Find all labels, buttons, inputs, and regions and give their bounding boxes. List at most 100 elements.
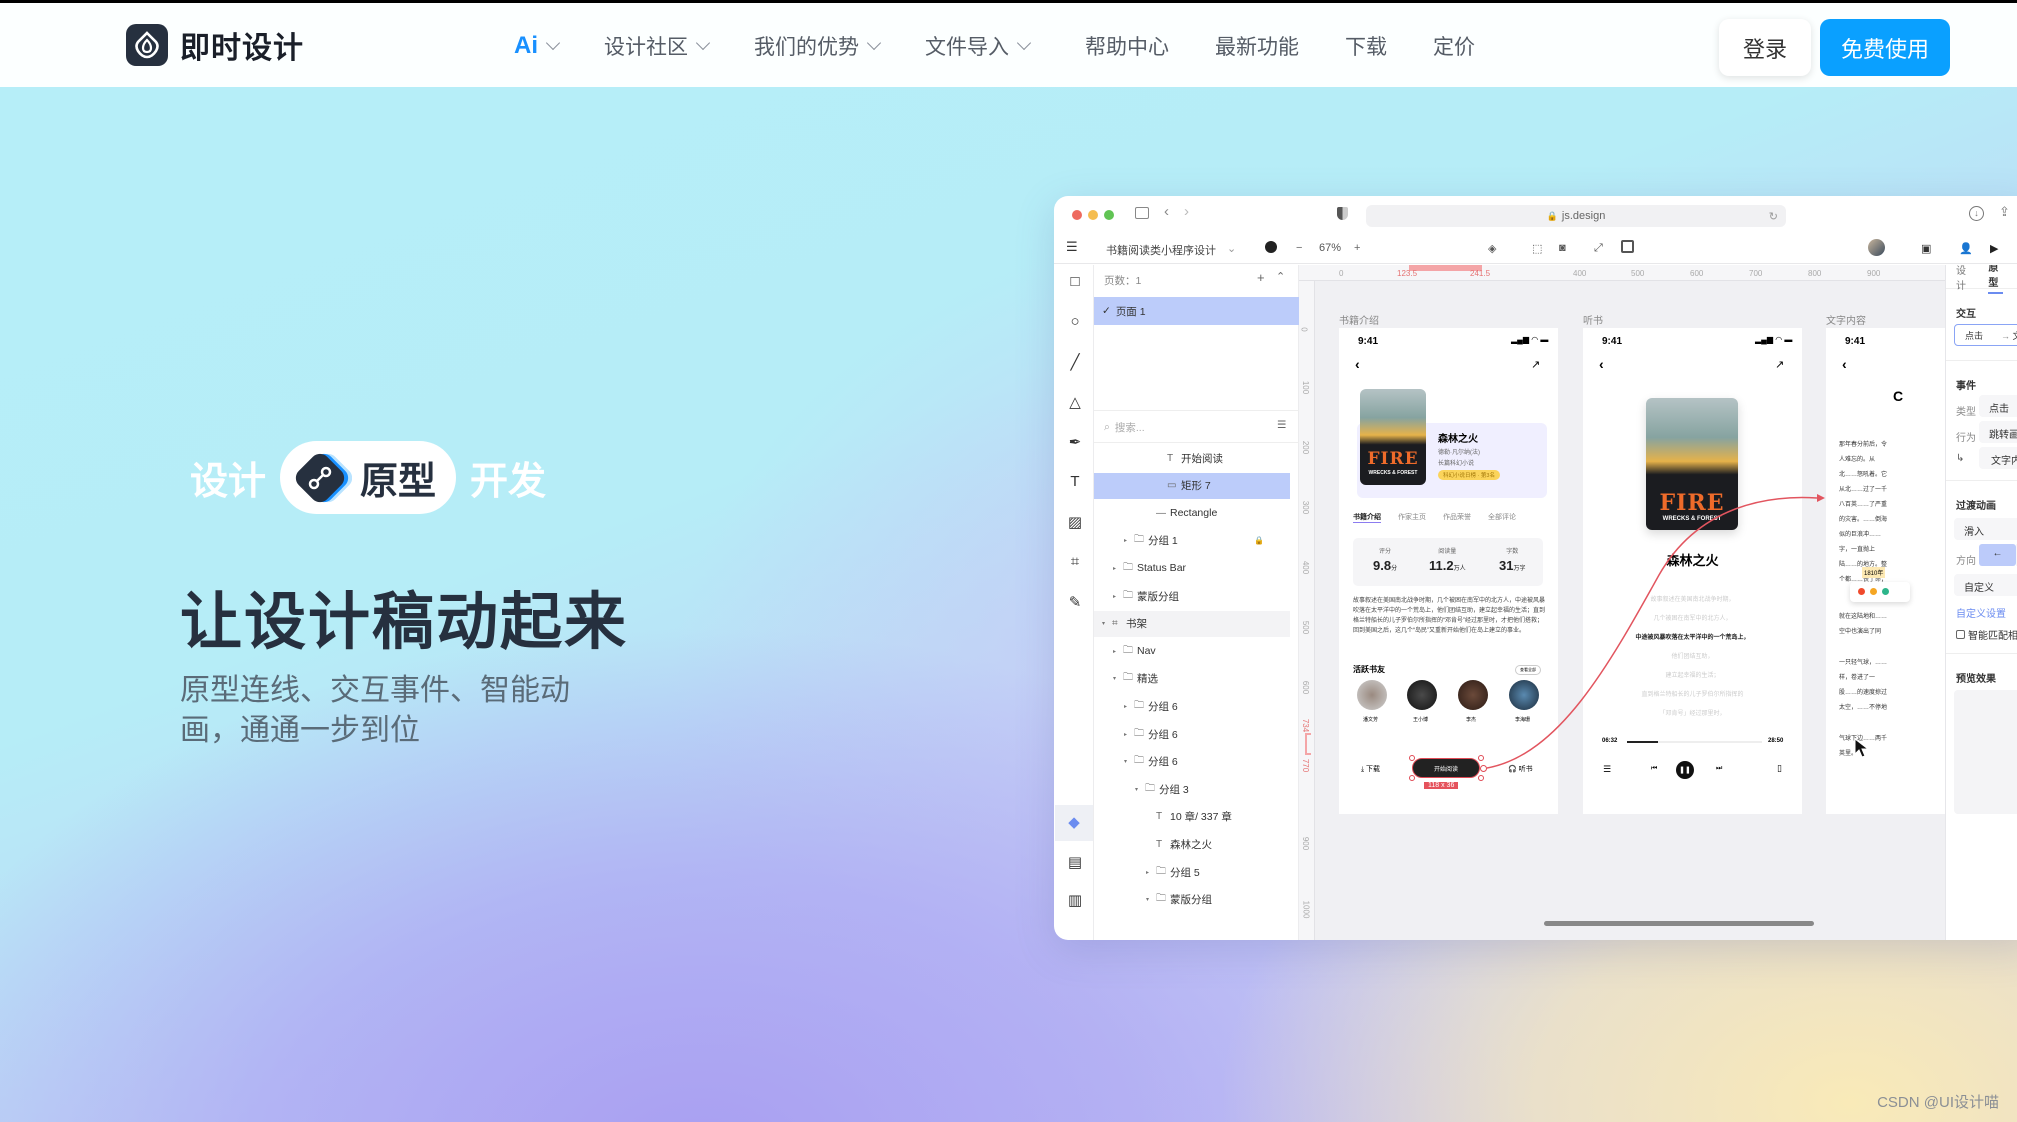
free-trial-button[interactable]: 免费使用 — [1820, 19, 1950, 76]
horizontal-scrollbar[interactable] — [1544, 921, 1814, 926]
design-canvas[interactable]: 0 123.5 241.5 400 500 600 700 800 900 0 … — [1299, 265, 1945, 940]
layer-item[interactable]: ▾ 🗀 蒙版分组 — [1094, 887, 1290, 913]
caret-down-icon[interactable]: ▾ — [1146, 896, 1156, 903]
address-bar[interactable]: 🔒 js.design ↻ — [1366, 205, 1786, 227]
file-name[interactable]: 书籍阅读类小程序设计 — [1106, 242, 1216, 258]
transition-title: 过渡动画 — [1956, 501, 1996, 512]
interaction-item[interactable]: 点击 → 文字内容 — [1954, 324, 2017, 346]
user-avatar[interactable] — [1868, 239, 1885, 256]
caret-right-icon[interactable]: ▸ — [1113, 648, 1123, 655]
direction-left-button[interactable]: ← — [1979, 544, 2016, 566]
tab-design[interactable]: 设计 — [1956, 265, 1970, 292]
caret-right-icon[interactable]: ▸ — [1124, 537, 1134, 544]
caret-down-icon[interactable]: ▾ — [1135, 786, 1145, 793]
layer-item[interactable]: ▭ 矩形 7 — [1094, 472, 1290, 499]
library-icon[interactable]: ▥ — [1066, 891, 1084, 909]
event-type-select[interactable]: 点击 — [1979, 395, 2017, 417]
return-arrow-icon: ↳ — [1956, 453, 1965, 464]
tag-develop[interactable]: 开发 — [470, 450, 546, 505]
menu-item-help[interactable]: 帮助中心 — [1085, 31, 1169, 61]
layer-item[interactable]: ▸ 🗀 分组 5 — [1094, 859, 1290, 885]
device-frame-icon[interactable] — [1621, 240, 1634, 253]
line-tool-icon[interactable]: ╱ — [1066, 353, 1084, 371]
caret-down-icon[interactable]: ▾ — [1124, 758, 1134, 765]
menu-item-whats-new[interactable]: 最新功能 — [1215, 31, 1299, 61]
assets-icon[interactable]: ▤ — [1066, 853, 1084, 871]
page-item-selected[interactable]: ✓ 页面 1 — [1094, 297, 1299, 325]
destination-select[interactable]: 文字内容 — [1979, 447, 2017, 469]
menu-item-download[interactable]: 下载 — [1345, 31, 1387, 61]
layer-item[interactable]: ▸ 🗀 Status Bar — [1094, 555, 1290, 581]
folder-icon: 🗀 — [1145, 782, 1155, 794]
layer-item[interactable]: ▸ 🗀 蒙版分组 — [1094, 583, 1290, 609]
add-page-icon[interactable]: + — [1257, 270, 1265, 285]
checkbox-icon[interactable] — [1956, 630, 1965, 639]
tag-prototype-pill[interactable]: 原型 — [280, 441, 457, 514]
tab-prototype[interactable]: 原型 — [1988, 265, 2003, 294]
layer-item[interactable]: ▸ 🗀 分组 1 🔒 — [1094, 528, 1290, 554]
text-tool-icon[interactable]: T — [1066, 473, 1084, 490]
resize-icon[interactable]: ⤢ — [1594, 242, 1603, 255]
layer-item[interactable]: T 森林之火 — [1094, 831, 1290, 857]
collapse-icon[interactable]: ⌃ — [1276, 270, 1285, 283]
menu-icon[interactable]: ☰ — [1066, 239, 1078, 255]
caret-down-icon[interactable]: ▾ — [1113, 675, 1123, 682]
zoom-level[interactable]: 67% — [1319, 242, 1341, 254]
menu-item-community[interactable]: 设计社区 — [604, 31, 711, 61]
image-tool-icon[interactable]: ▨ — [1066, 513, 1084, 531]
rectangle-layer-icon: ▭ — [1167, 480, 1177, 492]
layers-icon[interactable]: ◆ — [1055, 805, 1093, 841]
mask-icon[interactable]: ◙ — [1559, 242, 1566, 254]
layer-item[interactable]: ▾ 🗀 分组 6 — [1094, 749, 1290, 775]
frame-tool-icon[interactable]: ⌗ — [1066, 553, 1084, 570]
layer-item[interactable]: ▸ 🗀 Nav — [1094, 638, 1290, 664]
brand-logo[interactable]: 即时设计 — [126, 23, 304, 67]
layer-item[interactable]: ▸ 🗀 分组 6 — [1094, 693, 1290, 719]
share-user-icon[interactable]: 👤 — [1959, 242, 1973, 255]
transition-select[interactable]: 滑入 — [1954, 518, 2017, 540]
prototype-connection-line[interactable] — [1299, 265, 1945, 940]
menu-item-advantages[interactable]: 我们的优势 — [754, 31, 882, 61]
menu-item-pricing[interactable]: 定价 — [1433, 31, 1475, 61]
layer-item[interactable]: ▾ ⌗ 书架 — [1094, 610, 1290, 637]
plugin-icon[interactable]: ▣ — [1921, 242, 1931, 255]
layer-item[interactable]: ▾ 🗀 精选 — [1094, 666, 1290, 692]
layer-item[interactable]: T 10 章/ 337 章 — [1094, 804, 1290, 830]
layer-item[interactable]: T 开始阅读 — [1094, 445, 1290, 471]
caret-down-icon[interactable]: ▾ — [1102, 620, 1112, 627]
layer-item[interactable]: ▾ 🗀 分组 3 — [1094, 776, 1290, 802]
custom-settings-link[interactable]: 自定义设置 — [1956, 605, 2006, 620]
caret-right-icon[interactable]: ▸ — [1113, 565, 1123, 572]
menu-item-import[interactable]: 文件导入 — [925, 31, 1032, 61]
play-icon[interactable]: ▶ — [1990, 242, 1998, 255]
layer-name: 分组 3 — [1159, 783, 1189, 796]
pencil-tool-icon[interactable]: ✎ — [1066, 593, 1084, 611]
layer-item[interactable]: ▸ 🗀 分组 6 — [1094, 721, 1290, 747]
pen-tool-icon[interactable]: ✒ — [1066, 433, 1084, 451]
landing-page: 即时设计 Ai 设计社区 我们的优势 文件导入 帮助中心 最新功能 下载 定价 … — [0, 3, 2017, 1122]
zoom-out-icon[interactable]: − — [1296, 242, 1302, 254]
rectangle-tool-icon[interactable]: □ — [1066, 273, 1084, 290]
zoom-in-icon[interactable]: + — [1354, 242, 1360, 254]
layer-item[interactable]: — Rectangle — [1094, 500, 1290, 526]
caret-right-icon[interactable]: ▸ — [1124, 731, 1134, 738]
caret-right-icon[interactable]: ▸ — [1146, 869, 1156, 876]
event-action-select[interactable]: 跳转画板 — [1979, 421, 2017, 443]
menu-item-ai[interactable]: Ai — [514, 32, 561, 60]
login-button[interactable]: 登录 — [1719, 19, 1811, 76]
smart-match-checkbox[interactable]: 智能匹配相同名称图层 — [1956, 627, 2017, 642]
layer-search[interactable]: ⌕ 搜索... — [1104, 420, 1145, 435]
caret-right-icon[interactable]: ▸ — [1124, 703, 1134, 710]
easing-select[interactable]: 自定义⌄ — [1954, 574, 2017, 596]
frame-select-icon[interactable]: ⬚ — [1532, 242, 1542, 255]
ellipse-tool-icon[interactable]: ○ — [1066, 313, 1084, 330]
tag-design[interactable]: 设计 — [190, 450, 266, 505]
layer-name: 书架 — [1126, 618, 1147, 631]
filter-icon[interactable]: ☰ — [1277, 419, 1286, 431]
component-icon[interactable]: ◈ — [1488, 242, 1496, 255]
polygon-tool-icon[interactable]: △ — [1066, 393, 1084, 411]
layer-name: 分组 5 — [1170, 866, 1200, 879]
comment-icon[interactable] — [1265, 241, 1277, 253]
caret-right-icon[interactable]: ▸ — [1113, 593, 1123, 600]
lock-icon[interactable]: 🔒 — [1254, 536, 1264, 545]
